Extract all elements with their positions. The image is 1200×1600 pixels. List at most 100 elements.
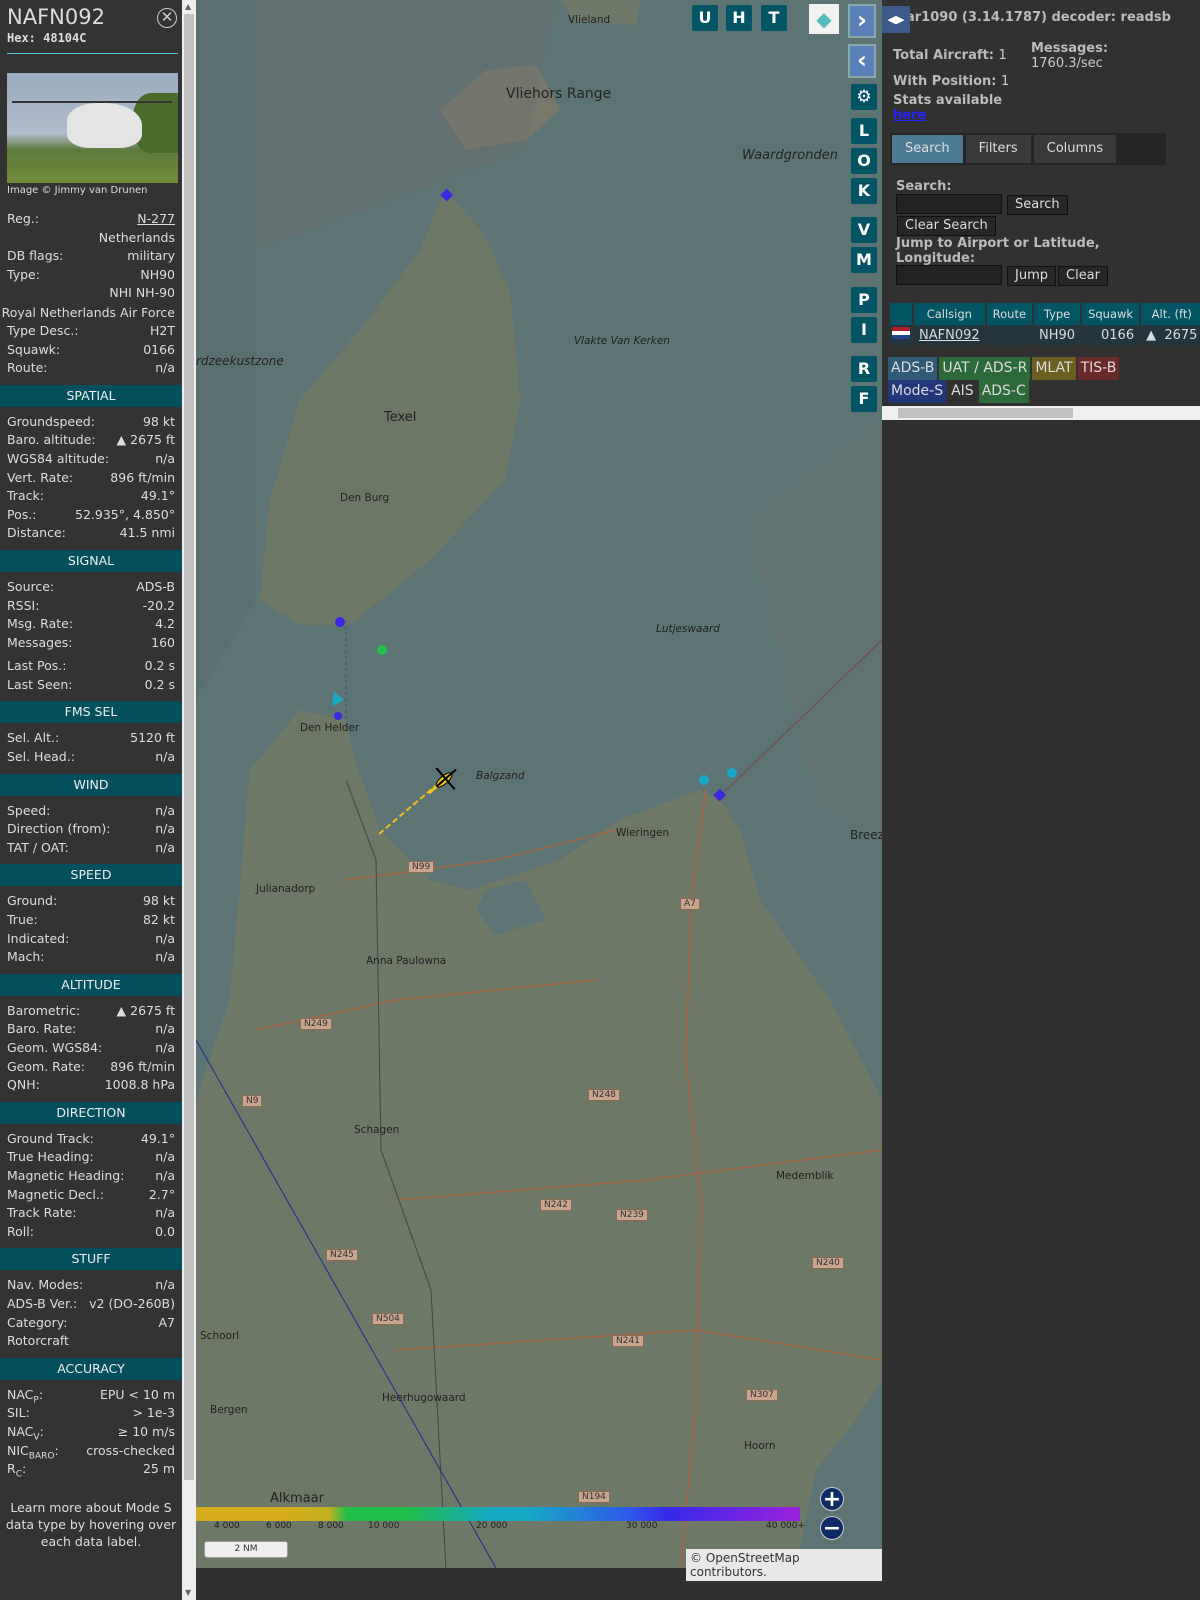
detail-label[interactable]: Baro. Rate: xyxy=(7,1020,76,1039)
section-header-fms-sel: FMS SEL xyxy=(0,701,182,724)
sidebar-scrollbar[interactable]: ▲ ▼ xyxy=(182,0,196,1600)
detail-label[interactable]: SIL: xyxy=(7,1404,30,1423)
col-type[interactable]: Type xyxy=(1034,303,1081,325)
detail-label[interactable]: NICBARO: xyxy=(7,1442,59,1462)
callsign-link[interactable]: NAFN092 xyxy=(919,328,980,343)
detail-label[interactable]: True Heading: xyxy=(7,1148,94,1167)
detail-label[interactable]: Magnetic Decl.: xyxy=(7,1186,104,1205)
aircraft-photo[interactable] xyxy=(7,73,178,183)
map-button-l[interactable]: L xyxy=(851,118,877,144)
search-input[interactable] xyxy=(896,194,1002,214)
app-link[interactable]: ar1090 xyxy=(906,10,957,25)
detail-row: Messages: 160 xyxy=(0,634,182,653)
detail-label[interactable]: Mach: xyxy=(7,948,44,967)
detail-label[interactable]: Type: xyxy=(7,266,40,285)
detail-label[interactable]: Indicated: xyxy=(7,930,69,949)
close-icon[interactable]: ✕ xyxy=(157,8,177,28)
zoom-out-button[interactable]: − xyxy=(820,1516,844,1540)
detail-label[interactable]: Sel. Head.: xyxy=(7,748,75,767)
detail-label[interactable]: Nav. Modes: xyxy=(7,1276,83,1295)
detail-label[interactable]: Msg. Rate: xyxy=(7,615,73,634)
detail-label[interactable]: NACV: xyxy=(7,1423,44,1443)
detail-label[interactable]: Pos.: xyxy=(7,506,36,525)
clear-search-button[interactable]: Clear Search xyxy=(897,216,996,236)
col-squawk[interactable]: Squawk xyxy=(1082,303,1140,325)
detail-label[interactable]: Direction (from): xyxy=(7,820,111,839)
detail-label[interactable]: Type Desc.: xyxy=(7,322,79,341)
tab-columns[interactable]: Columns xyxy=(1033,135,1117,163)
detail-label[interactable]: Magnetic Heading: xyxy=(7,1167,124,1186)
detail-label[interactable]: Speed: xyxy=(7,802,50,821)
map-button-o[interactable]: O xyxy=(851,148,877,174)
decoder-link[interactable]: readsb xyxy=(1121,10,1171,25)
expand-right-icon[interactable]: › xyxy=(848,4,876,38)
clear-button[interactable]: Clear xyxy=(1058,266,1108,286)
detail-label[interactable]: Distance: xyxy=(7,524,66,543)
detail-label[interactable]: Sel. Alt.: xyxy=(7,729,59,748)
detail-label[interactable]: TAT / OAT: xyxy=(7,839,69,858)
search-button[interactable]: Search xyxy=(1007,195,1068,215)
detail-label[interactable]: Baro. altitude: xyxy=(7,431,96,450)
detail-label[interactable]: RC: xyxy=(7,1460,26,1480)
detail-label[interactable]: Messages: xyxy=(7,634,73,653)
detail-label[interactable]: Source: xyxy=(7,578,54,597)
detail-label[interactable]: Geom. Rate: xyxy=(7,1058,85,1077)
tab-filters[interactable]: Filters xyxy=(965,135,1031,163)
map-button-i[interactable]: I xyxy=(851,317,877,343)
detail-label[interactable]: Last Seen: xyxy=(7,676,72,695)
map-button-f[interactable]: F xyxy=(851,386,877,412)
detail-value: n/a xyxy=(155,949,175,965)
detail-label[interactable]: ADS-B Ver.: xyxy=(7,1295,77,1314)
layers-icon[interactable]: ◆ xyxy=(809,4,839,34)
detail-label[interactable]: Ground Track: xyxy=(7,1130,94,1149)
detail-label[interactable]: Groundspeed: xyxy=(7,413,95,432)
zoom-in-button[interactable]: + xyxy=(820,1487,844,1511)
collapse-left-icon[interactable]: ‹ xyxy=(848,44,876,78)
detail-label[interactable]: Reg.: xyxy=(7,210,39,229)
registration-link[interactable]: N-277 xyxy=(137,211,175,226)
map-button-r[interactable]: R xyxy=(851,356,877,382)
jump-button[interactable]: Jump xyxy=(1007,266,1056,286)
detail-label[interactable]: DB flags: xyxy=(7,247,63,266)
table-row[interactable]: NAFN092 NH90 0166 ▲ 2675 xyxy=(890,325,1200,345)
map-button-h[interactable]: H xyxy=(726,5,752,31)
panel-horizontal-scrollbar[interactable] xyxy=(882,406,1200,420)
col-callsign[interactable]: Callsign xyxy=(914,303,985,325)
detail-label[interactable]: WGS84 altitude: xyxy=(7,450,109,469)
map[interactable]: Vlieland Vliehors Range Waardgronden Texel D… xyxy=(196,0,882,1568)
jump-input[interactable] xyxy=(896,265,1002,285)
detail-value: 5120 ft xyxy=(130,730,175,746)
detail-label[interactable]: Track: xyxy=(7,487,44,506)
detail-label[interactable]: NACP: xyxy=(7,1386,43,1406)
col-flag[interactable] xyxy=(890,303,912,325)
osm-link[interactable]: OpenStreetMap xyxy=(706,1551,800,1565)
detail-label[interactable]: Barometric: xyxy=(7,1002,80,1021)
detail-label[interactable]: Ground: xyxy=(7,892,57,911)
place-label: Lutjeswaard xyxy=(656,623,720,635)
map-button-k[interactable]: K xyxy=(851,178,877,204)
detail-label[interactable]: Category: xyxy=(7,1314,67,1333)
detail-row: Roll: 0.0 xyxy=(0,1223,182,1242)
detail-label[interactable]: Squawk: xyxy=(7,341,60,360)
settings-gear-icon[interactable]: ⚙ xyxy=(851,84,877,110)
map-button-p[interactable]: P xyxy=(851,287,877,313)
detail-label[interactable]: Geom. WGS84: xyxy=(7,1039,102,1058)
detail-label[interactable]: Last Pos.: xyxy=(7,657,66,676)
detail-label[interactable]: Roll: xyxy=(7,1223,34,1242)
detail-label[interactable]: Route: xyxy=(7,359,48,378)
map-button-u[interactable]: U xyxy=(692,5,718,31)
col-route[interactable]: Route xyxy=(986,303,1033,325)
tab-search[interactable]: Search xyxy=(892,135,963,163)
map-button-t[interactable]: T xyxy=(761,5,787,31)
map-button-m[interactable]: M xyxy=(851,247,877,273)
detail-label[interactable]: QNH: xyxy=(7,1076,40,1095)
toggle-panel-arrows-icon[interactable]: ◀▶ xyxy=(882,6,910,33)
stats-link[interactable]: here xyxy=(893,108,926,123)
detail-label[interactable]: Vert. Rate: xyxy=(7,469,73,488)
detail-label[interactable]: Track Rate: xyxy=(7,1204,77,1223)
detail-label[interactable]: True: xyxy=(7,911,38,930)
detail-label[interactable]: RSSI: xyxy=(7,597,39,616)
detail-label[interactable]: Rotorcraft xyxy=(7,1332,69,1351)
col-alt[interactable]: Alt. (ft) xyxy=(1141,303,1200,325)
map-button-v[interactable]: V xyxy=(851,217,877,243)
